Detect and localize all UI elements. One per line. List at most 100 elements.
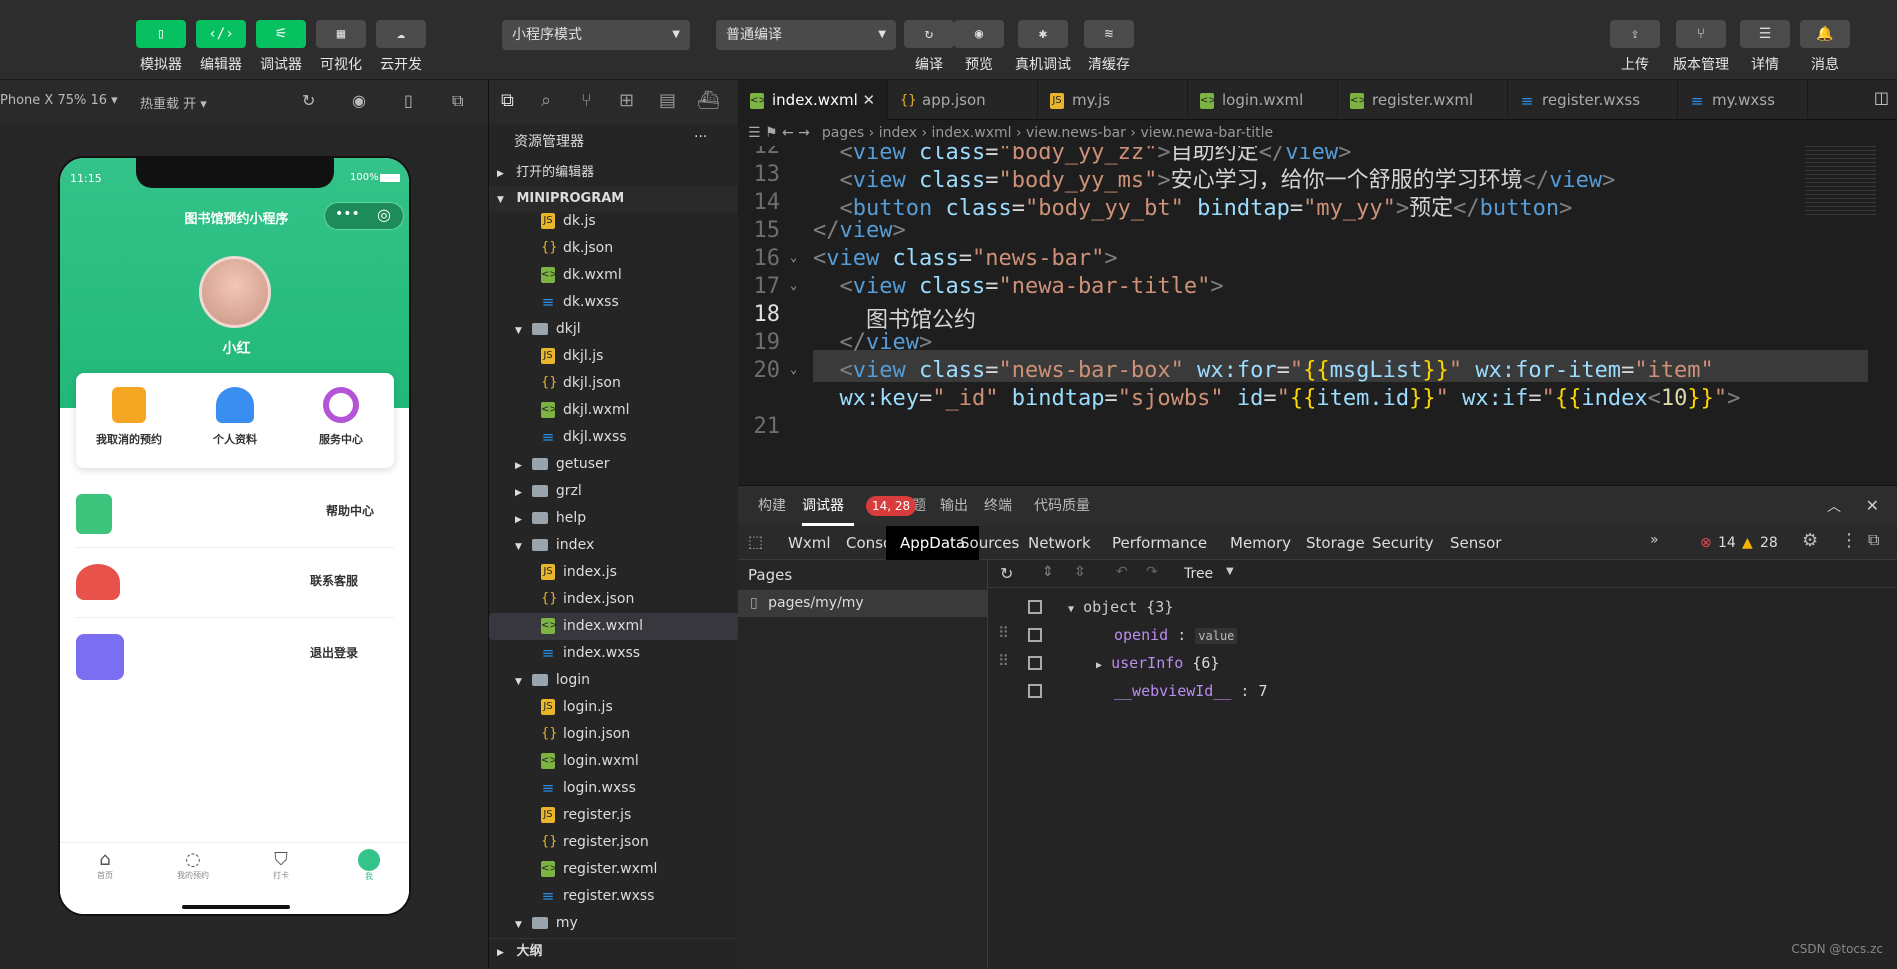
simulator-button[interactable]: ▯ 模拟器 <box>134 20 188 74</box>
file-item[interactable]: JS register.js <box>489 802 739 829</box>
mode-select[interactable]: 小程序模式 ▼ <box>502 20 690 50</box>
file-item[interactable]: ≡ index.wxss <box>489 640 739 667</box>
breadcrumb-item[interactable]: index <box>879 125 917 141</box>
editor-tab[interactable]: <> index.wxml ✕ <box>738 80 888 120</box>
chevron-up-icon[interactable]: ︿ <box>1827 496 1841 516</box>
devtools-tab[interactable]: Security <box>1372 526 1434 560</box>
page-item[interactable]: ▯ pages/my/my <box>738 590 988 617</box>
devtools-tab[interactable]: Performance <box>1112 526 1207 560</box>
editor-tab[interactable]: <> login.wxml <box>1188 80 1338 120</box>
panel-tab[interactable]: 调试器 <box>802 486 844 526</box>
tab-home[interactable]: ⌂ 首页 <box>70 849 140 881</box>
file-item[interactable]: {} dkjl.json <box>489 370 739 397</box>
drag-handle-icon[interactable]: ⠿ <box>998 624 1009 642</box>
split-icon[interactable]: ◫ <box>1874 88 1889 107</box>
avatar[interactable] <box>199 256 271 328</box>
devtools-tab[interactable]: Memory <box>1230 526 1291 560</box>
userinfo-row[interactable]: ▶ userInfo {6} <box>1096 654 1219 672</box>
tree-root[interactable]: ▼ object {3} <box>1068 598 1173 616</box>
file-item[interactable]: {} register.json <box>489 829 739 856</box>
editor-tab[interactable]: JS my.js <box>1038 80 1188 120</box>
debugger-button[interactable]: ⚟ 调试器 <box>254 20 308 74</box>
help-center-row[interactable]: 帮助中心 <box>76 478 394 548</box>
file-item[interactable]: <> dkjl.wxml <box>489 397 739 424</box>
file-item[interactable]: {} dk.json <box>489 235 739 262</box>
checkbox-icon[interactable] <box>1028 628 1042 642</box>
more-icon[interactable]: ··· <box>694 129 707 145</box>
cloud-dev-button[interactable]: ☁ 云开发 <box>374 20 428 74</box>
editor-button[interactable]: ‹/› 编辑器 <box>194 20 248 74</box>
file-item[interactable]: {} index.json <box>489 586 739 613</box>
service-center-item[interactable]: 服务中心 <box>288 373 394 468</box>
undo-icon[interactable]: ↶ <box>1116 564 1128 580</box>
folder-item[interactable]: ▼ index <box>489 532 739 559</box>
compile-button[interactable]: ↻ 编译 <box>902 20 956 74</box>
messages-button[interactable]: 🔔 消息 <box>1798 20 1852 74</box>
refresh-icon[interactable]: ↻ <box>302 91 315 110</box>
file-item[interactable]: ≡ dkjl.wxss <box>489 424 739 451</box>
cancelled-bookings-item[interactable]: 我取消的预约 <box>76 373 182 468</box>
file-item[interactable]: <> login.wxml <box>489 748 739 775</box>
panel-tab[interactable]: 构建 <box>758 486 786 526</box>
editor-tab[interactable]: {} app.json <box>888 80 1038 120</box>
close-circle-icon[interactable]: ◎ <box>377 205 391 224</box>
kebab-icon[interactable]: ⋮ <box>1840 530 1858 551</box>
storage-icon[interactable]: ▤ <box>659 90 676 111</box>
contact-service-row[interactable]: 联系客服 <box>76 548 394 618</box>
file-item[interactable]: JS login.js <box>489 694 739 721</box>
folder-item[interactable]: ▶ getuser <box>489 451 739 478</box>
version-button[interactable]: ⑂ 版本管理 <box>1673 20 1729 74</box>
fold-icon[interactable]: ⌄ <box>790 278 797 292</box>
device-select[interactable]: Phone X 75% 16 ▾ <box>0 93 118 108</box>
folder-item[interactable]: ▼ dkjl <box>489 316 739 343</box>
openid-row[interactable]: openid : value <box>1114 626 1238 644</box>
panel-tab[interactable]: 代码质量 <box>1034 486 1090 526</box>
tab-checkin[interactable]: ⛉ 打卡 <box>246 849 316 881</box>
tab-me[interactable]: 我 <box>334 849 404 882</box>
tab-my-bookings[interactable]: ◌ 我的预约 <box>158 849 228 881</box>
phone-icon[interactable]: ▯ <box>404 91 413 110</box>
window-icon[interactable]: ⧉ <box>452 91 463 111</box>
preview-button[interactable]: ◉ 预览 <box>952 20 1006 74</box>
checkbox-icon[interactable] <box>1028 656 1042 670</box>
visual-button[interactable]: ▦ 可视化 <box>314 20 368 74</box>
devtools-tab[interactable]: Storage <box>1306 526 1365 560</box>
file-item[interactable]: JS dkjl.js <box>489 343 739 370</box>
collapse-icon[interactable]: ⇕ <box>1042 564 1054 580</box>
view-mode-select[interactable]: Tree <box>1184 566 1213 582</box>
extensions-icon[interactable]: ⊞ <box>619 90 634 111</box>
fold-icon[interactable]: ⌄ <box>790 362 797 376</box>
file-item[interactable]: <> index.wxml <box>489 613 739 640</box>
open-editors-section[interactable]: ▶ 打开的编辑器 <box>489 160 739 186</box>
folder-item[interactable]: ▼ my <box>489 910 739 937</box>
search-icon[interactable]: ⌕ <box>541 90 551 111</box>
docker-icon[interactable]: ⛴ <box>697 90 720 111</box>
folder-item[interactable]: ▶ help <box>489 505 739 532</box>
dock-icon[interactable]: ⧉ <box>1868 530 1879 550</box>
panel-tab[interactable]: 终端 <box>984 486 1012 526</box>
fold-icon[interactable]: ⌄ <box>790 250 797 264</box>
inspect-icon[interactable]: ⬚ <box>748 532 763 551</box>
more-icon[interactable]: ••• <box>335 206 360 222</box>
devtools-tab[interactable]: Network <box>1028 526 1091 560</box>
refresh-icon[interactable]: ↻ <box>1000 564 1013 583</box>
breadcrumb-item[interactable]: view.newa-bar-title <box>1140 125 1273 141</box>
file-item[interactable]: ≡ login.wxss <box>489 775 739 802</box>
redo-icon[interactable]: ↷ <box>1146 564 1158 580</box>
editor-tab[interactable]: <> register.wxml <box>1338 80 1508 120</box>
breadcrumb-item[interactable]: view.news-bar <box>1026 125 1126 141</box>
devtools-tab[interactable]: Sensor <box>1450 526 1501 560</box>
remote-debug-button[interactable]: ✱ 真机调试 <box>1015 20 1071 74</box>
checkbox-icon[interactable] <box>1028 684 1042 698</box>
settings-icon[interactable]: ⚙ <box>1802 530 1818 551</box>
file-item[interactable]: <> dk.wxml <box>489 262 739 289</box>
upload-button[interactable]: ⇪ 上传 <box>1608 20 1662 74</box>
editor-tab[interactable]: ≡ register.wxss <box>1508 80 1678 120</box>
git-icon[interactable]: ⑂ <box>581 90 592 111</box>
breadcrumb-item[interactable]: index.wxml <box>932 125 1012 141</box>
nav-controls-icon[interactable]: ☰ ⚑ ← → <box>748 125 810 141</box>
project-section[interactable]: ▼ MINIPROGRAM <box>489 186 739 212</box>
close-icon[interactable]: ✕ <box>858 91 876 109</box>
chevrons-right-icon[interactable]: » <box>1650 532 1659 548</box>
clear-cache-button[interactable]: ≋ 清缓存 <box>1082 20 1136 74</box>
